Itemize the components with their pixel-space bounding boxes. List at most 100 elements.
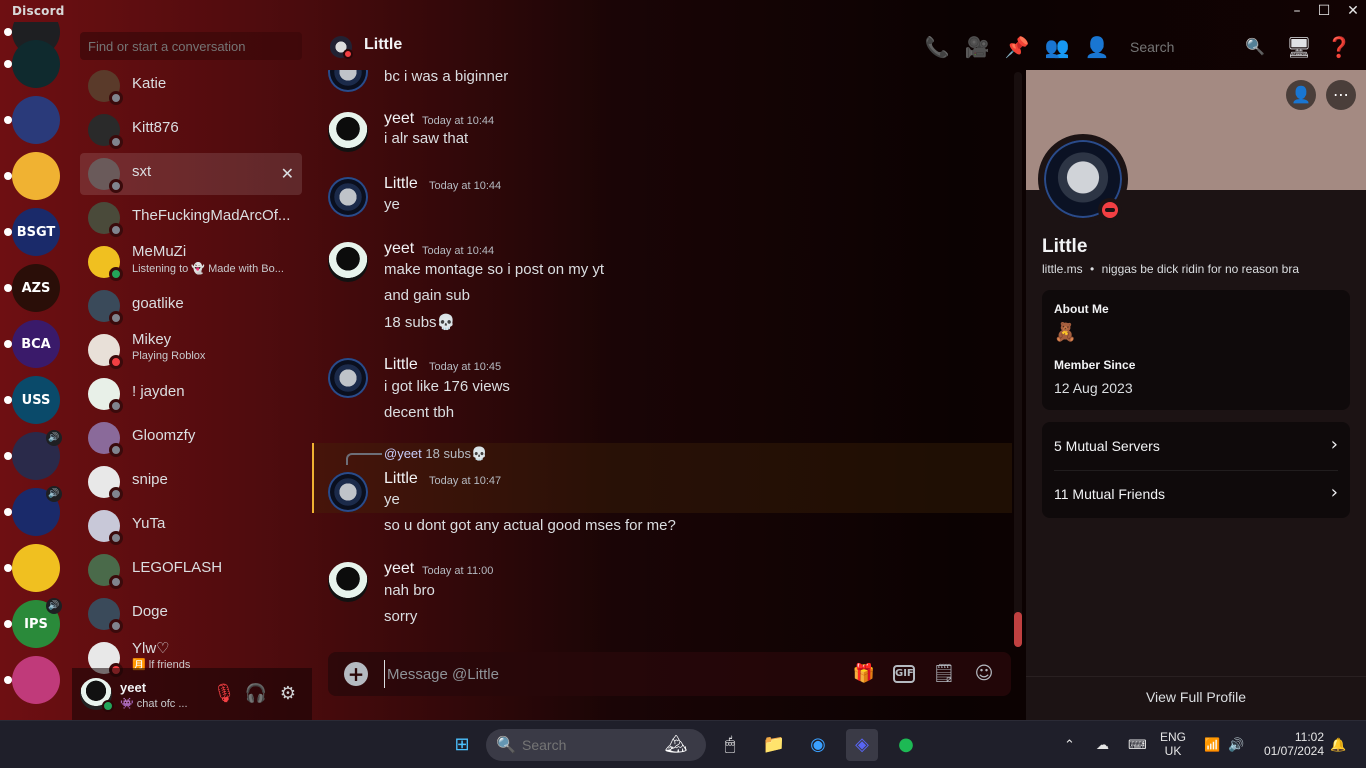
search-icon[interactable]: 🔍: [1242, 34, 1268, 60]
scroll-thumb[interactable]: [1014, 612, 1022, 647]
unread-pip: [4, 676, 12, 684]
server-icon[interactable]: 🔊: [4, 430, 62, 480]
server-rail: BSGT AZS BCA USS 🔊 🔊 IPS 🔊: [0, 22, 72, 720]
clock[interactable]: 11:02 01/07/2024: [1254, 730, 1324, 758]
mutual-friends-row[interactable]: 11 Mutual Friends ›: [1042, 470, 1350, 518]
gift-icon[interactable]: 🎁: [852, 662, 876, 686]
message-avatar[interactable]: [328, 472, 368, 512]
chat-scrollbar[interactable]: [1014, 72, 1022, 647]
server-icon[interactable]: [4, 40, 60, 88]
server-icon[interactable]: IPS 🔊: [4, 598, 62, 648]
sticker-icon[interactable]: 🗒: [932, 662, 956, 686]
date: 01/07/2024: [1263, 744, 1324, 758]
server-icon[interactable]: [4, 544, 60, 592]
chevron-up-icon[interactable]: ⌃: [1064, 737, 1075, 753]
minimize-button[interactable]: –: [1282, 2, 1312, 20]
cloud-icon[interactable]: ☁: [1096, 737, 1109, 753]
dm-item[interactable]: Doge: [80, 593, 302, 635]
mute-mic-icon[interactable]: 🎙: [212, 682, 236, 706]
gif-icon[interactable]: GIF: [893, 665, 915, 683]
dm-item[interactable]: Mikey Playing Roblox: [80, 329, 302, 371]
edge-browser-icon[interactable]: ◉: [802, 729, 834, 761]
help-icon[interactable]: ❓: [1326, 34, 1352, 60]
server-icon[interactable]: [4, 656, 60, 704]
settings-gear-icon[interactable]: ⚙: [276, 682, 300, 706]
pinned-messages-icon[interactable]: 📌: [1004, 34, 1030, 60]
status-offline: [109, 223, 123, 237]
message-avatar[interactable]: [328, 70, 368, 92]
dm-name: snipe: [132, 471, 168, 488]
close-dm-icon[interactable]: ✕: [281, 164, 294, 183]
speaker-icon: 🔊: [46, 430, 62, 446]
dm-item[interactable]: goatlike: [80, 285, 302, 327]
dm-item[interactable]: TheFuckingMadArcOf...: [80, 197, 302, 239]
dnd-status-dot: [343, 49, 353, 59]
volume-icon[interactable]: 🔊: [1228, 737, 1244, 753]
dm-search-input[interactable]: [80, 32, 302, 60]
message-input[interactable]: [384, 660, 824, 688]
start-windows-icon[interactable]: ⊞: [446, 729, 478, 761]
wifi-icon[interactable]: 📶: [1204, 737, 1220, 753]
message-avatar[interactable]: [328, 562, 368, 602]
search-highlight-icon[interactable]: 🏔: [660, 729, 692, 761]
language-indicator[interactable]: ENG UK: [1154, 730, 1192, 758]
server-label: IPS: [24, 616, 48, 632]
close-window-button[interactable]: ✕: [1338, 2, 1366, 20]
keyboard-icon[interactable]: ⌨: [1128, 737, 1147, 753]
message-author[interactable]: yeet: [384, 560, 414, 578]
message-avatar[interactable]: [328, 112, 368, 152]
message-author[interactable]: Little: [384, 175, 418, 193]
inbox-icon[interactable]: 🖥: [1286, 34, 1312, 60]
dm-item[interactable]: ! jayden: [80, 373, 302, 415]
user-profile-toggle-icon[interactable]: 👤: [1084, 34, 1110, 60]
dm-item[interactable]: LEGOFLASH: [80, 549, 302, 591]
message-text: sorry: [384, 608, 418, 625]
message-author[interactable]: yeet: [384, 240, 414, 258]
add-friends-to-dm-icon[interactable]: 👥: [1044, 34, 1070, 60]
discord-taskbar-icon[interactable]: ◈: [846, 729, 878, 761]
server-icon[interactable]: [4, 152, 60, 200]
video-call-icon[interactable]: 🎥: [964, 34, 990, 60]
message-author[interactable]: Little: [384, 470, 418, 488]
server-icon[interactable]: BSGT: [4, 208, 60, 256]
notification-bell-icon[interactable]: 🔔: [1330, 737, 1346, 753]
mutual-servers-row[interactable]: 5 Mutual Servers ›: [1042, 422, 1350, 470]
voice-call-icon[interactable]: 📞: [924, 34, 950, 60]
emoji-icon[interactable]: ☺: [972, 662, 996, 686]
profile-bio: niggas be dick ridin for no reason bra: [1101, 262, 1300, 276]
dm-item[interactable]: Gloomzfy: [80, 417, 302, 459]
dm-item[interactable]: snipe: [80, 461, 302, 503]
dm-item[interactable]: Katie: [80, 65, 302, 107]
message-author[interactable]: Little: [384, 356, 418, 374]
speaker-icon: 🔊: [46, 598, 62, 614]
reply-reference[interactable]: @yeet 18 subs💀: [384, 446, 487, 462]
maximize-button[interactable]: ☐: [1309, 2, 1339, 20]
message-avatar[interactable]: [328, 242, 368, 282]
unread-pip: [4, 340, 12, 348]
message-author[interactable]: yeet: [384, 110, 414, 128]
dm-item[interactable]: YuTa: [80, 505, 302, 547]
dm-activity: Listening to 👻 Made with Bo...: [132, 263, 284, 275]
user-panel: yeet 👾 chat ofc ... 🎙 🎧 ⚙: [72, 668, 312, 720]
spotify-icon[interactable]: ●: [890, 729, 922, 761]
dm-name: Kitt876: [132, 119, 179, 136]
profile-person-icon[interactable]: 👤: [1286, 80, 1316, 110]
message-avatar[interactable]: [328, 177, 368, 217]
add-attachment-icon[interactable]: +: [344, 662, 368, 686]
server-icon[interactable]: 🔊: [4, 486, 62, 536]
view-full-profile-link[interactable]: View Full Profile: [1026, 689, 1366, 705]
dm-item[interactable]: sxt ✕: [80, 153, 302, 195]
server-icon[interactable]: USS: [4, 376, 60, 424]
message-avatar[interactable]: [328, 358, 368, 398]
server-icon[interactable]: [4, 96, 60, 144]
title-bar: Discord – ☐ ✕: [0, 0, 1366, 22]
mouse-app-icon[interactable]: 🖱: [714, 729, 746, 761]
dm-item[interactable]: Kitt876: [80, 109, 302, 151]
headphones-icon[interactable]: 🎧: [244, 682, 268, 706]
dm-item[interactable]: MeMuZi Listening to 👻 Made with Bo...: [80, 241, 302, 283]
server-icon[interactable]: BCA: [4, 320, 60, 368]
server-icon[interactable]: AZS: [4, 264, 60, 312]
user-name[interactable]: yeet: [120, 680, 146, 695]
file-explorer-icon[interactable]: 📁: [758, 729, 790, 761]
more-options-icon[interactable]: ⋯: [1326, 80, 1356, 110]
